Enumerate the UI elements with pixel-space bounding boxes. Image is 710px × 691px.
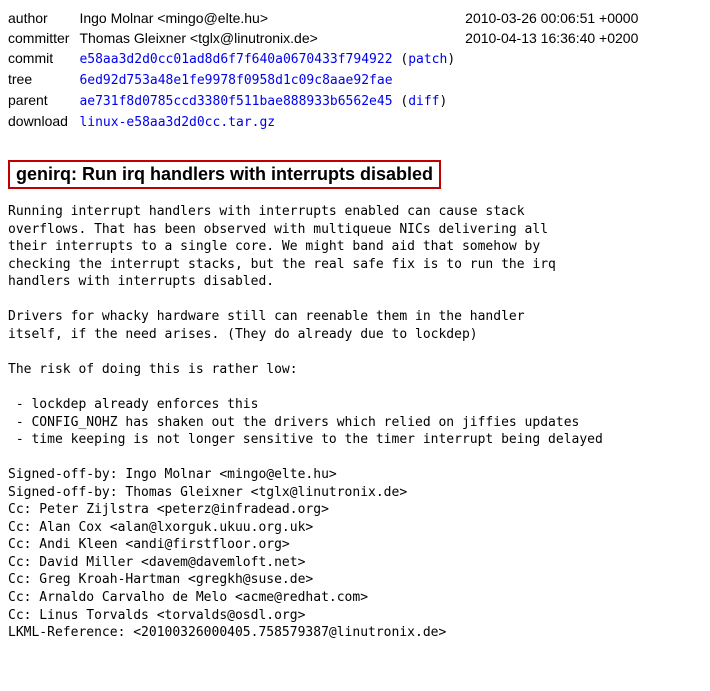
- commit-title: genirq: Run irq handlers with interrupts…: [8, 160, 441, 189]
- committer-value: Thomas Gleixner <tglx@linutronix.de>: [79, 28, 465, 48]
- tree-value-cell: 6ed92d753a48e1fe9978f0958d1c09c8aae92fae: [79, 69, 465, 90]
- committer-row: committer Thomas Gleixner <tglx@linutron…: [8, 28, 648, 48]
- author-row: author Ingo Molnar <mingo@elte.hu> 2010-…: [8, 8, 648, 28]
- commit-body: Running interrupt handlers with interrup…: [8, 203, 702, 642]
- commit-metadata-table: author Ingo Molnar <mingo@elte.hu> 2010-…: [8, 8, 648, 132]
- tree-label: tree: [8, 69, 79, 90]
- tree-row: tree 6ed92d753a48e1fe9978f0958d1c09c8aae…: [8, 69, 648, 90]
- author-value: Ingo Molnar <mingo@elte.hu>: [79, 8, 465, 28]
- download-row: download linux-e58aa3d2d0cc.tar.gz: [8, 111, 648, 132]
- open-paren: (: [393, 52, 409, 67]
- parent-row: parent ae731f8d0785ccd3380f511bae888933b…: [8, 90, 648, 111]
- parent-value-cell: ae731f8d0785ccd3380f511bae888933b6562e45…: [79, 90, 465, 111]
- commit-label: commit: [8, 48, 79, 69]
- commit-title-wrap: genirq: Run irq handlers with interrupts…: [8, 160, 702, 189]
- author-date: 2010-03-26 00:06:51 +0000: [465, 8, 648, 28]
- commit-hash-link[interactable]: e58aa3d2d0cc01ad8d6f7f640a0670433f794922: [79, 52, 392, 67]
- author-label: author: [8, 8, 79, 28]
- tree-hash-link[interactable]: 6ed92d753a48e1fe9978f0958d1c09c8aae92fae: [79, 73, 392, 88]
- close-paren: ): [447, 52, 455, 67]
- commit-value-cell: e58aa3d2d0cc01ad8d6f7f640a0670433f794922…: [79, 48, 465, 69]
- committer-date: 2010-04-13 16:36:40 +0200: [465, 28, 648, 48]
- parent-hash-link[interactable]: ae731f8d0785ccd3380f511bae888933b6562e45: [79, 94, 392, 109]
- patch-link[interactable]: patch: [408, 52, 447, 67]
- close-paren-2: ): [440, 94, 448, 109]
- parent-label: parent: [8, 90, 79, 111]
- download-label: download: [8, 111, 79, 132]
- committer-label: committer: [8, 28, 79, 48]
- download-value-cell: linux-e58aa3d2d0cc.tar.gz: [79, 111, 465, 132]
- download-file-link[interactable]: linux-e58aa3d2d0cc.tar.gz: [79, 115, 275, 130]
- diff-link[interactable]: diff: [408, 94, 439, 109]
- commit-row: commit e58aa3d2d0cc01ad8d6f7f640a0670433…: [8, 48, 648, 69]
- open-paren-2: (: [393, 94, 409, 109]
